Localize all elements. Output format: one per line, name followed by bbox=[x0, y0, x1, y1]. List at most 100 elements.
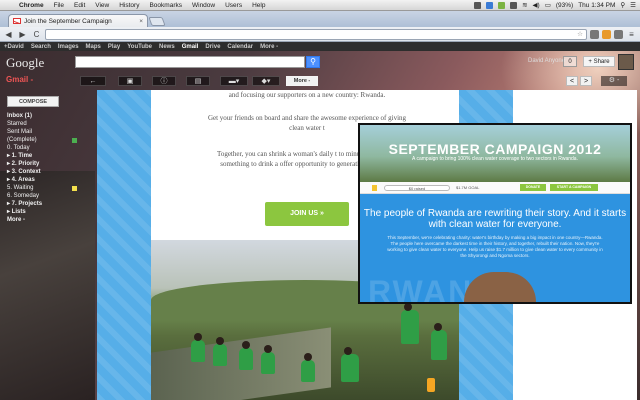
gbar-play[interactable]: Play bbox=[108, 44, 120, 50]
status-app-icon[interactable] bbox=[474, 1, 482, 9]
reload-button[interactable]: C bbox=[31, 29, 42, 40]
extension-icon[interactable] bbox=[590, 29, 599, 39]
forward-button[interactable]: ▶ bbox=[17, 29, 28, 40]
wifi-icon[interactable]: ≋ bbox=[522, 1, 527, 9]
share-button[interactable]: + Share bbox=[583, 56, 615, 67]
older-button[interactable]: < bbox=[566, 76, 578, 86]
archive-button[interactable]: ▣ bbox=[118, 76, 142, 86]
arrow-left-icon: ← bbox=[89, 78, 97, 85]
mac-menubar: Chrome File Edit View History Bookmarks … bbox=[0, 0, 640, 11]
google-logo[interactable]: Google bbox=[6, 55, 44, 71]
spam-icon: ⓘ bbox=[160, 78, 168, 85]
gbar-news[interactable]: News bbox=[159, 44, 175, 50]
sidebar-item-complete[interactable]: (Complete) bbox=[7, 136, 77, 144]
sidebar-item-today[interactable]: 0. Today bbox=[7, 144, 77, 152]
evernote-icon[interactable] bbox=[498, 1, 506, 9]
email-paragraph: and focusing our supporters on a new cou… bbox=[228, 91, 386, 99]
close-icon[interactable]: × bbox=[139, 18, 143, 25]
sidebar-item-waiting[interactable]: 5. Waiting bbox=[7, 184, 77, 192]
back-to-inbox-button[interactable]: ← bbox=[80, 76, 106, 86]
battery-icon[interactable]: ▭ bbox=[545, 1, 551, 9]
menu-view[interactable]: View bbox=[90, 2, 114, 9]
sidebar-item-time[interactable]: ▸ 1. Time bbox=[7, 152, 77, 160]
start-campaign-button[interactable]: START A CAMPAIGN bbox=[550, 184, 598, 191]
campaign-title: SEPTEMBER CAMPAIGN 2012 bbox=[388, 141, 602, 157]
gbar-maps[interactable]: Maps bbox=[86, 44, 101, 50]
address-bar[interactable]: ☆ bbox=[45, 28, 587, 40]
folder-icon: ▬▾ bbox=[228, 78, 240, 85]
sidebar-item-inbox[interactable]: Inbox (1) bbox=[7, 112, 77, 120]
menu-list-icon[interactable]: ☰ bbox=[630, 1, 636, 9]
sidebar-item-priority[interactable]: ▸ 2. Priority bbox=[7, 160, 77, 168]
sidebar-item-starred[interactable]: Starred bbox=[7, 120, 77, 128]
new-tab-button[interactable] bbox=[148, 17, 166, 26]
donate-button[interactable]: DONATE bbox=[520, 184, 546, 191]
move-to-button[interactable]: ▬▾ bbox=[220, 76, 248, 86]
photo-child bbox=[301, 353, 315, 382]
menu-users[interactable]: Users bbox=[220, 2, 247, 9]
notifications-count[interactable]: 0 bbox=[563, 56, 577, 67]
trash-icon: ▤ bbox=[194, 78, 202, 85]
search-button[interactable]: ⚲ bbox=[306, 56, 320, 68]
clock-text[interactable]: Thu 1:34 PM bbox=[578, 2, 615, 9]
back-button[interactable]: ◀ bbox=[3, 29, 14, 40]
delete-button[interactable]: ▤ bbox=[186, 76, 210, 86]
gbar-youtube[interactable]: YouTube bbox=[127, 44, 152, 50]
menu-app-chrome[interactable]: Chrome bbox=[14, 2, 49, 9]
gbar-more[interactable]: More - bbox=[260, 44, 278, 50]
mail-search-input[interactable] bbox=[75, 56, 305, 68]
extension-icon[interactable] bbox=[614, 29, 623, 39]
menu-file[interactable]: File bbox=[49, 2, 69, 9]
menu-bookmarks[interactable]: Bookmarks bbox=[144, 2, 187, 9]
gbar-gmail[interactable]: Gmail bbox=[182, 44, 199, 50]
settings-gear-icon[interactable]: ⚙ - bbox=[601, 76, 627, 86]
gbar-images[interactable]: Images bbox=[58, 44, 79, 50]
bookmark-star-icon[interactable]: ☆ bbox=[577, 30, 583, 38]
join-us-button[interactable]: JOIN US » bbox=[265, 202, 349, 226]
gbar-search[interactable]: Search bbox=[31, 44, 51, 50]
user-name[interactable]: David Anyone bbox=[528, 58, 565, 64]
browser-tab[interactable]: Join the September Campaign × bbox=[8, 14, 148, 27]
gbar-drive[interactable]: Drive bbox=[205, 44, 220, 50]
sidebar-item-someday[interactable]: 6. Someday bbox=[7, 192, 77, 200]
browser-toolbar: ◀ ▶ C ☆ ≡ bbox=[0, 27, 640, 42]
sidebar-item-projects[interactable]: ▸ 7. Projects bbox=[7, 200, 77, 208]
campaign-progress-bar: $0 raised $1.7M GOAL DONATE START A CAMP… bbox=[360, 182, 630, 194]
chrome-menu-icon[interactable]: ≡ bbox=[626, 29, 637, 40]
search-icon[interactable]: ⚲ bbox=[620, 1, 625, 9]
campaign-hero: SEPTEMBER CAMPAIGN 2012 A campaign to br… bbox=[360, 125, 630, 182]
compose-button[interactable]: COMPOSE bbox=[7, 96, 59, 107]
sidebar-item-sent[interactable]: Sent Mail bbox=[7, 128, 77, 136]
volume-icon[interactable]: ◀) bbox=[533, 1, 540, 9]
menu-history[interactable]: History bbox=[114, 2, 144, 9]
report-spam-button[interactable]: ⓘ bbox=[152, 76, 176, 86]
photo-child bbox=[191, 333, 205, 362]
photo-child bbox=[239, 341, 253, 370]
browser-tabstrip: Join the September Campaign × bbox=[0, 11, 640, 27]
campaign-preview-popup[interactable]: SEPTEMBER CAMPAIGN 2012 A campaign to br… bbox=[358, 123, 632, 304]
clock-icon[interactable] bbox=[510, 1, 518, 9]
extension-orange-icon[interactable] bbox=[602, 29, 611, 39]
menu-window[interactable]: Window bbox=[187, 2, 220, 9]
gbar-calendar[interactable]: Calendar bbox=[227, 44, 253, 50]
labels-button[interactable]: ◆▾ bbox=[252, 76, 280, 86]
sidebar-item-areas[interactable]: ▸ 4. Areas bbox=[7, 176, 77, 184]
campaign-headline: The people of Rwanda are rewriting their… bbox=[363, 208, 627, 230]
menu-help[interactable]: Help bbox=[247, 2, 270, 9]
sidebar-item-more[interactable]: More - bbox=[7, 216, 77, 224]
menu-edit[interactable]: Edit bbox=[69, 2, 90, 9]
label-color-swatch[interactable] bbox=[72, 185, 77, 191]
sidebar-item-context[interactable]: ▸ 3. Context bbox=[7, 168, 77, 176]
gmail-menu[interactable]: Gmail - bbox=[6, 75, 33, 84]
avatar[interactable] bbox=[618, 54, 634, 70]
label-color-swatch[interactable] bbox=[72, 137, 77, 143]
sidebar-item-lists[interactable]: ▸ Lists bbox=[7, 208, 77, 216]
dropbox-icon[interactable] bbox=[486, 1, 494, 9]
sidebar-labels: Inbox (1) Starred Sent Mail (Complete) 0… bbox=[7, 112, 77, 224]
photo-child bbox=[431, 323, 447, 360]
more-actions-button[interactable]: More - bbox=[286, 76, 318, 86]
search-icon: ⚲ bbox=[310, 57, 316, 66]
goal-amount: $1.7M GOAL bbox=[456, 185, 480, 190]
gbar-plus-user[interactable]: +David bbox=[4, 44, 24, 50]
newer-button[interactable]: > bbox=[580, 76, 592, 86]
